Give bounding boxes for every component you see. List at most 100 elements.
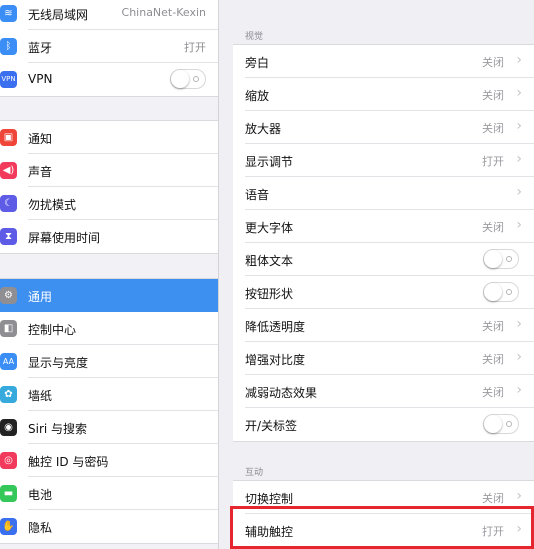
setting-label: 按钮形状 — [245, 287, 294, 301]
toggle-knob — [171, 70, 189, 88]
setting-label: 辅助触控 — [245, 525, 294, 539]
vision-setting-row[interactable]: 旁白 关闭 › — [233, 45, 534, 78]
setting-toggle[interactable] — [483, 282, 519, 302]
sidebar-item-label: 控制中心 — [28, 323, 77, 337]
sidebar-item-display[interactable]: AA 显示与亮度 — [0, 345, 218, 378]
hourglass-icon: ⧗ — [0, 228, 17, 245]
section-header-vision: 视觉 — [245, 32, 264, 42]
setting-label: 降低透明度 — [245, 320, 306, 334]
sidebar-item-label: 触控 ID 与密码 — [28, 455, 109, 469]
sidebar-item-fingerprint[interactable]: ◎ 触控 ID 与密码 — [0, 444, 218, 477]
setting-value: 关闭 — [482, 386, 504, 399]
sidebar-item-vpn[interactable]: VPN VPN — [0, 63, 218, 96]
sidebar-item-label: 屏幕使用时间 — [28, 231, 101, 245]
toggle-knob — [484, 250, 502, 268]
chevron-right-icon: › — [516, 521, 522, 537]
sidebar-item-sound[interactable]: ◀) 声音 — [0, 154, 218, 187]
vision-setting-row[interactable]: 显示调节 打开 › — [233, 144, 534, 177]
toggle-knob — [484, 415, 502, 433]
moon-icon: ☾ — [0, 195, 17, 212]
vision-setting-row[interactable]: 开/关标签 — [233, 408, 534, 441]
sidebar-item-wifi[interactable]: ≋ 无线局域网 ChinaNet-Kexin — [0, 0, 218, 30]
chevron-right-icon: › — [516, 382, 522, 398]
sidebar-item-label: 无线局域网 — [28, 8, 89, 22]
toggle-off-indicator — [193, 76, 199, 82]
sidebar-item-wallpaper[interactable]: ✿ 墙纸 — [0, 378, 218, 411]
toggle-off-indicator — [506, 289, 512, 295]
setting-label: 放大器 — [245, 122, 282, 136]
sidebar-item-label: 电池 — [28, 488, 53, 502]
vpn-toggle[interactable] — [170, 69, 206, 89]
sidebar-item-label: 隐私 — [28, 521, 53, 535]
chevron-right-icon: › — [516, 151, 522, 167]
chevron-right-icon: › — [516, 118, 522, 134]
sidebar-item-siri[interactable]: ◉ Siri 与搜索 — [0, 411, 218, 444]
sidebar-group-connectivity: ≋ 无线局域网 ChinaNet-Kexin ᛒ 蓝牙 打开 VPN VPN — [0, 0, 218, 97]
control-center-icon: ◧ — [0, 320, 17, 337]
setting-toggle[interactable] — [483, 414, 519, 434]
setting-label: 语音 — [245, 188, 270, 202]
setting-label: 粗体文本 — [245, 254, 294, 268]
chevron-right-icon: › — [516, 184, 522, 200]
setting-label: 缩放 — [245, 89, 270, 103]
wallpaper-icon: ✿ — [0, 386, 17, 403]
vision-setting-row[interactable]: 粗体文本 — [233, 243, 534, 276]
chevron-right-icon: › — [516, 316, 522, 332]
vision-setting-row[interactable]: 更大字体 关闭 › — [233, 210, 534, 243]
vpn-icon: VPN — [0, 71, 17, 88]
sidebar-group-general: ⚙ 通用 ◧ 控制中心 AA 显示与亮度 ✿ 墙纸 ◉ Siri 与搜索 ◎ 触控 ID 与密码 ▬ 电池… — [0, 278, 218, 544]
sidebar-item-gear[interactable]: ⚙ 通用 — [0, 279, 218, 312]
sidebar-item-battery[interactable]: ▬ 电池 — [0, 477, 218, 510]
section-header-interaction: 互动 — [245, 468, 264, 478]
bluetooth-icon: ᛒ — [0, 38, 17, 55]
chevron-right-icon: › — [516, 349, 522, 365]
sidebar-group-notifications: ▣ 通知 ◀) 声音 ☾ 勿扰模式 ⧗ 屏幕使用时间 — [0, 120, 218, 254]
setting-value: 关闭 — [482, 122, 504, 135]
setting-value: 关闭 — [482, 492, 504, 505]
interaction-setting-row[interactable]: 切换控制 关闭 › — [233, 481, 534, 514]
sidebar-item-control-center[interactable]: ◧ 控制中心 — [0, 312, 218, 345]
vision-setting-row[interactable]: 增强对比度 关闭 › — [233, 342, 534, 375]
sidebar-item-label: 蓝牙 — [28, 41, 53, 55]
toggle-off-indicator — [506, 421, 512, 427]
sound-icon: ◀) — [0, 162, 17, 179]
sidebar-item-value: ChinaNet-Kexin — [121, 6, 206, 19]
interaction-setting-row[interactable]: 辅助触控 打开 › — [233, 514, 534, 547]
vision-setting-row[interactable]: 缩放 关闭 › — [233, 78, 534, 111]
setting-label: 增强对比度 — [245, 353, 306, 367]
setting-value: 打开 — [482, 525, 504, 538]
setting-toggle[interactable] — [483, 249, 519, 269]
chevron-right-icon: › — [516, 85, 522, 101]
sidebar-item-label: Siri 与搜索 — [28, 422, 88, 436]
sidebar-item-notifications[interactable]: ▣ 通知 — [0, 121, 218, 154]
vision-setting-row[interactable]: 降低透明度 关闭 › — [233, 309, 534, 342]
sidebar-item-label: 显示与亮度 — [28, 356, 89, 370]
vision-setting-row[interactable]: 放大器 关闭 › — [233, 111, 534, 144]
privacy-hand-icon: ✋ — [0, 518, 17, 535]
setting-label: 切换控制 — [245, 492, 294, 506]
accessibility-pane: 视觉 旁白 关闭 › 缩放 关闭 › 放大器 关闭 › 显示调节 打开 › 语音 › 更大字体 关闭 › 粗体文本… — [219, 0, 534, 549]
sidebar-item-moon[interactable]: ☾ 勿扰模式 — [0, 187, 218, 220]
sidebar-item-label: 声音 — [28, 165, 53, 179]
chevron-right-icon: › — [516, 52, 522, 68]
sidebar-item-privacy-hand[interactable]: ✋ 隐私 — [0, 510, 218, 543]
sidebar-item-bluetooth[interactable]: ᛒ 蓝牙 打开 — [0, 30, 218, 63]
sidebar-item-label: 勿扰模式 — [28, 198, 77, 212]
notifications-icon: ▣ — [0, 129, 17, 146]
sidebar-item-value: 打开 — [184, 41, 206, 54]
vision-settings-group: 旁白 关闭 › 缩放 关闭 › 放大器 关闭 › 显示调节 打开 › 语音 › 更大字体 关闭 › 粗体文本 按钮形… — [233, 44, 534, 442]
setting-value: 关闭 — [482, 320, 504, 333]
setting-value: 关闭 — [482, 89, 504, 102]
sidebar-item-label: VPN — [28, 72, 53, 86]
setting-label: 开/关标签 — [245, 419, 298, 433]
sidebar-item-hourglass[interactable]: ⧗ 屏幕使用时间 — [0, 220, 218, 253]
sidebar-item-label: 墙纸 — [28, 389, 53, 403]
vision-setting-row[interactable]: 减弱动态效果 关闭 › — [233, 375, 534, 408]
display-icon: AA — [0, 353, 17, 370]
siri-icon: ◉ — [0, 419, 17, 436]
toggle-knob — [484, 283, 502, 301]
vision-setting-row[interactable]: 按钮形状 — [233, 276, 534, 309]
vision-setting-row[interactable]: 语音 › — [233, 177, 534, 210]
fingerprint-icon: ◎ — [0, 452, 17, 469]
interaction-settings-group: 切换控制 关闭 › 辅助触控 打开 › — [233, 480, 534, 548]
